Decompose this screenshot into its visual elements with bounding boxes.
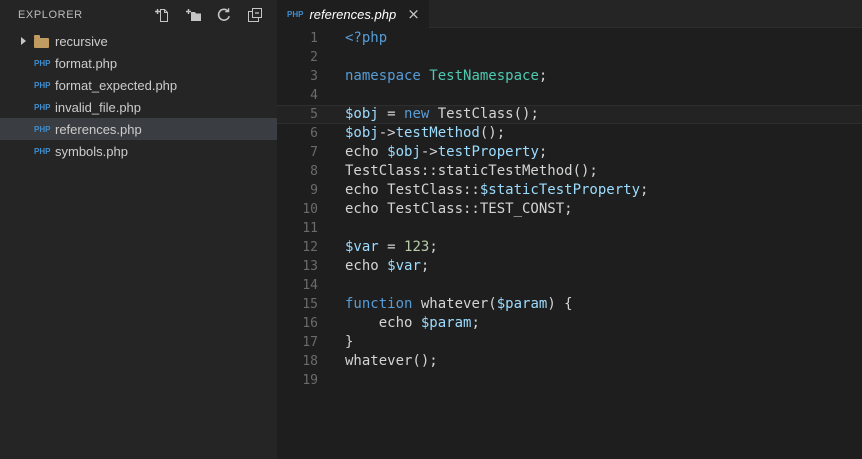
php-file-icon: PHP	[34, 146, 51, 156]
code-area[interactable]: 1 <?php 2 3 namespace TestNamespace; 4 5 $obj =…	[277, 28, 862, 459]
tree-item-file[interactable]: PHP invalid_file.php	[0, 96, 277, 118]
file-tree: recursive PHP format.php PHP format_expected…	[0, 30, 277, 459]
new-folder-icon[interactable]	[185, 7, 201, 23]
line-number[interactable]: 3	[277, 67, 318, 86]
php-file-icon: PHP	[287, 10, 304, 19]
explorer-actions	[154, 7, 263, 23]
explorer-header: EXPLORER	[0, 0, 277, 30]
tab-bar: PHP references.php ×	[277, 0, 862, 28]
file-name: format.php	[55, 55, 118, 71]
line-number[interactable]: 5	[277, 105, 318, 124]
code-text: $obj = new TestClass();	[345, 106, 539, 122]
code-text: echo $param;	[345, 315, 480, 331]
close-icon[interactable]: ×	[407, 6, 420, 22]
file-name: references.php	[55, 121, 142, 137]
php-file-icon: PHP	[34, 124, 51, 134]
line-number[interactable]: 13	[277, 257, 318, 276]
file-name: symbols.php	[55, 143, 128, 159]
code-line[interactable]: 12 $var = 123;	[277, 238, 862, 257]
code-line[interactable]: 3 namespace TestNamespace;	[277, 67, 862, 86]
tree-item-file[interactable]: PHP references.php	[0, 118, 277, 140]
editor-group: PHP references.php × 1 <?php 2 3 namespace T…	[277, 0, 862, 459]
code-text: echo TestClass::TEST_CONST;	[345, 201, 573, 217]
tree-item-file[interactable]: PHP format_expected.php	[0, 74, 277, 96]
line-number[interactable]: 18	[277, 352, 318, 371]
code-text: echo TestClass::$staticTestProperty;	[345, 182, 649, 198]
code-line[interactable]: 15 function whatever($param) {	[277, 295, 862, 314]
code-line[interactable]: 4	[277, 86, 862, 105]
code-line[interactable]: 7 echo $obj->testProperty;	[277, 143, 862, 162]
code-text: TestClass::staticTestMethod();	[345, 163, 598, 179]
code-line[interactable]: 11	[277, 219, 862, 238]
code-line[interactable]: 2	[277, 48, 862, 67]
line-number[interactable]: 11	[277, 219, 318, 238]
php-file-icon: PHP	[34, 80, 51, 90]
explorer-sidebar: EXPLORER recursive PHP format.php PHP format…	[0, 0, 277, 459]
line-number[interactable]: 15	[277, 295, 318, 314]
code-line[interactable]: 18 whatever();	[277, 352, 862, 371]
file-name: recursive	[55, 33, 108, 49]
code-line[interactable]: 5 $obj = new TestClass();	[277, 105, 862, 124]
code-line[interactable]: 17}	[277, 333, 862, 352]
collapse-all-icon[interactable]	[247, 7, 263, 23]
line-number[interactable]: 8	[277, 162, 318, 181]
code-text: namespace TestNamespace;	[345, 68, 548, 84]
code-text: whatever();	[345, 353, 438, 369]
line-number[interactable]: 16	[277, 314, 318, 333]
code-line[interactable]: 6 $obj->testMethod();	[277, 124, 862, 143]
tab-title: references.php	[309, 6, 397, 22]
line-number[interactable]: 17	[277, 333, 318, 352]
code-text: }	[345, 334, 354, 350]
line-number[interactable]: 12	[277, 238, 318, 257]
code-text: echo $obj->testProperty;	[345, 144, 548, 160]
code-text: echo $var;	[345, 258, 430, 274]
code-line[interactable]: 1 <?php	[277, 29, 862, 48]
php-file-icon: PHP	[34, 58, 51, 68]
code-line[interactable]: 9 echo TestClass::$staticTestProperty;	[277, 181, 862, 200]
line-number[interactable]: 1	[277, 29, 318, 48]
explorer-title: EXPLORER	[18, 9, 83, 21]
new-file-icon[interactable]	[154, 7, 170, 23]
code-line[interactable]: 14	[277, 276, 862, 295]
code-line[interactable]: 8 TestClass::staticTestMethod();	[277, 162, 862, 181]
folder-icon	[34, 34, 55, 48]
line-number[interactable]: 9	[277, 181, 318, 200]
line-number[interactable]: 4	[277, 86, 318, 105]
refresh-icon[interactable]	[216, 7, 232, 23]
file-name: invalid_file.php	[55, 99, 142, 115]
code-line[interactable]: 19	[277, 371, 862, 390]
code-line[interactable]: 16 echo $param;	[277, 314, 862, 333]
php-file-icon: PHP	[34, 102, 51, 112]
vscode-window: EXPLORER recursive PHP format.php PHP format…	[0, 0, 862, 459]
tree-item-file[interactable]: PHP format.php	[0, 52, 277, 74]
line-number[interactable]: 10	[277, 200, 318, 219]
tab-references-php[interactable]: PHP references.php ×	[277, 0, 429, 28]
line-number[interactable]: 7	[277, 143, 318, 162]
code-text: <?php	[345, 30, 388, 46]
tree-item-file[interactable]: PHP symbols.php	[0, 140, 277, 162]
code-line[interactable]: 10 echo TestClass::TEST_CONST;	[277, 200, 862, 219]
line-number[interactable]: 6	[277, 124, 318, 143]
code-text: $obj->testMethod();	[345, 125, 506, 141]
code-text: function whatever($param) {	[345, 296, 573, 312]
line-number[interactable]: 14	[277, 276, 318, 295]
code-text: $var = 123;	[345, 239, 438, 255]
code-line[interactable]: 13 echo $var;	[277, 257, 862, 276]
tree-item-folder[interactable]: recursive	[0, 30, 277, 52]
line-number[interactable]: 2	[277, 48, 318, 67]
line-number[interactable]: 19	[277, 371, 318, 390]
chevron-right-icon[interactable]	[20, 37, 34, 45]
file-name: format_expected.php	[55, 77, 178, 93]
